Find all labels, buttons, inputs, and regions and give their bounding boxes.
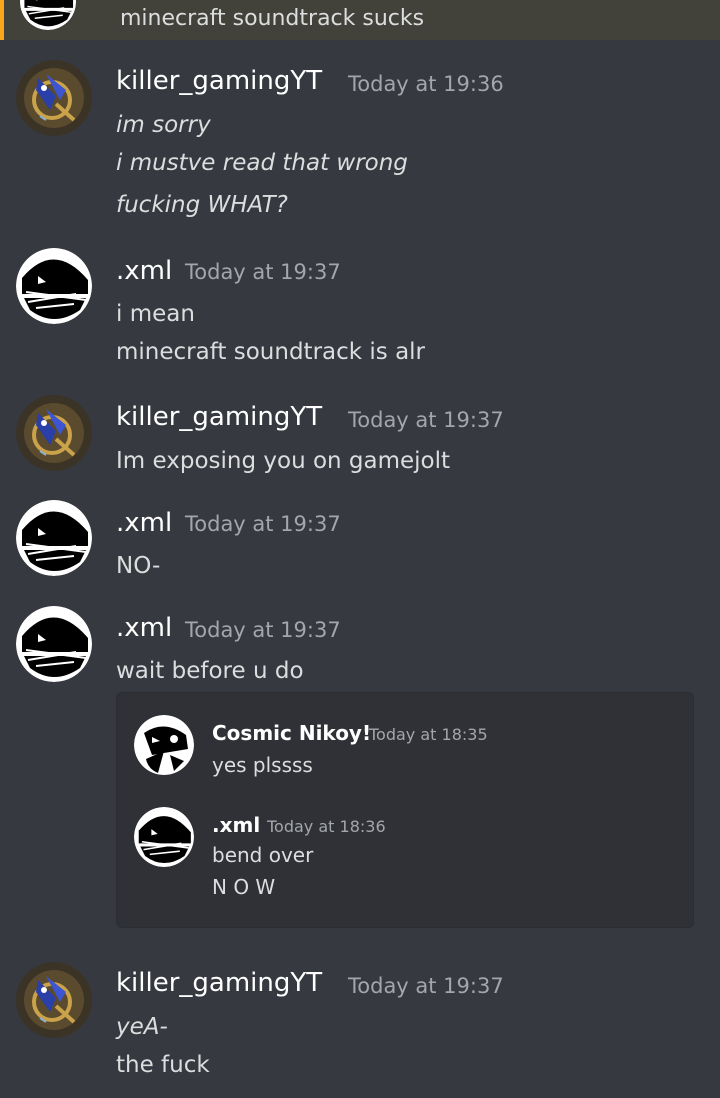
message-embed[interactable]: Cosmic Nikoy! Today at 18:35 yes plssss …: [116, 692, 694, 928]
timestamp: Today at 19:37: [185, 512, 341, 536]
timestamp: Today at 19:37: [185, 618, 341, 642]
username[interactable]: killer_gamingYT: [116, 66, 322, 96]
timestamp: Today at 19:36: [348, 72, 504, 96]
message-line: yeA-: [116, 1014, 168, 1040]
message-line: wait before u do: [116, 658, 304, 684]
masked-face-avatar-icon[interactable]: [16, 248, 92, 324]
message-line: minecraft soundtrack is alr: [116, 339, 426, 365]
killer-avatar-icon[interactable]: [16, 395, 92, 471]
embed-message-line: bend over: [212, 843, 314, 867]
message-line: fucking WHAT?: [116, 192, 288, 218]
timestamp: Today at 19:37: [185, 260, 341, 284]
killer-avatar-icon[interactable]: [16, 962, 92, 1038]
embed-username[interactable]: .xml: [212, 813, 260, 837]
message-line: the fuck: [116, 1052, 210, 1078]
username[interactable]: killer_gamingYT: [116, 968, 322, 998]
embed-username[interactable]: Cosmic Nikoy!: [212, 721, 371, 745]
mentioned-message-highlight[interactable]: minecraft soundtrack sucks: [0, 0, 720, 40]
message-line: i mustve read that wrong: [116, 150, 408, 176]
username[interactable]: .xml: [116, 256, 172, 286]
masked-face-avatar-icon[interactable]: [134, 807, 194, 867]
embed-message-line: N O W: [212, 875, 276, 899]
masked-face-avatar-icon[interactable]: [16, 606, 92, 682]
masked-face-avatar-icon[interactable]: [16, 500, 92, 576]
username[interactable]: .xml: [116, 613, 172, 643]
timestamp: Today at 19:37: [348, 974, 504, 998]
username[interactable]: .xml: [116, 508, 172, 538]
masked-face-avatar-icon[interactable]: [20, 0, 76, 30]
embed-timestamp: Today at 18:36: [267, 817, 386, 836]
cosmic-avatar-icon[interactable]: [134, 715, 194, 775]
killer-avatar-icon[interactable]: [16, 60, 92, 136]
timestamp: Today at 19:37: [348, 408, 504, 432]
message-text: minecraft soundtrack sucks: [120, 6, 425, 31]
message-line: i mean: [116, 301, 195, 327]
message-line: NO-: [116, 553, 161, 579]
username[interactable]: killer_gamingYT: [116, 402, 322, 432]
message-line: im sorry: [116, 112, 211, 138]
message-line: Im exposing you on gamejolt: [116, 448, 451, 474]
embed-message-line: yes plssss: [212, 753, 313, 777]
embed-timestamp: Today at 18:35: [369, 725, 488, 744]
